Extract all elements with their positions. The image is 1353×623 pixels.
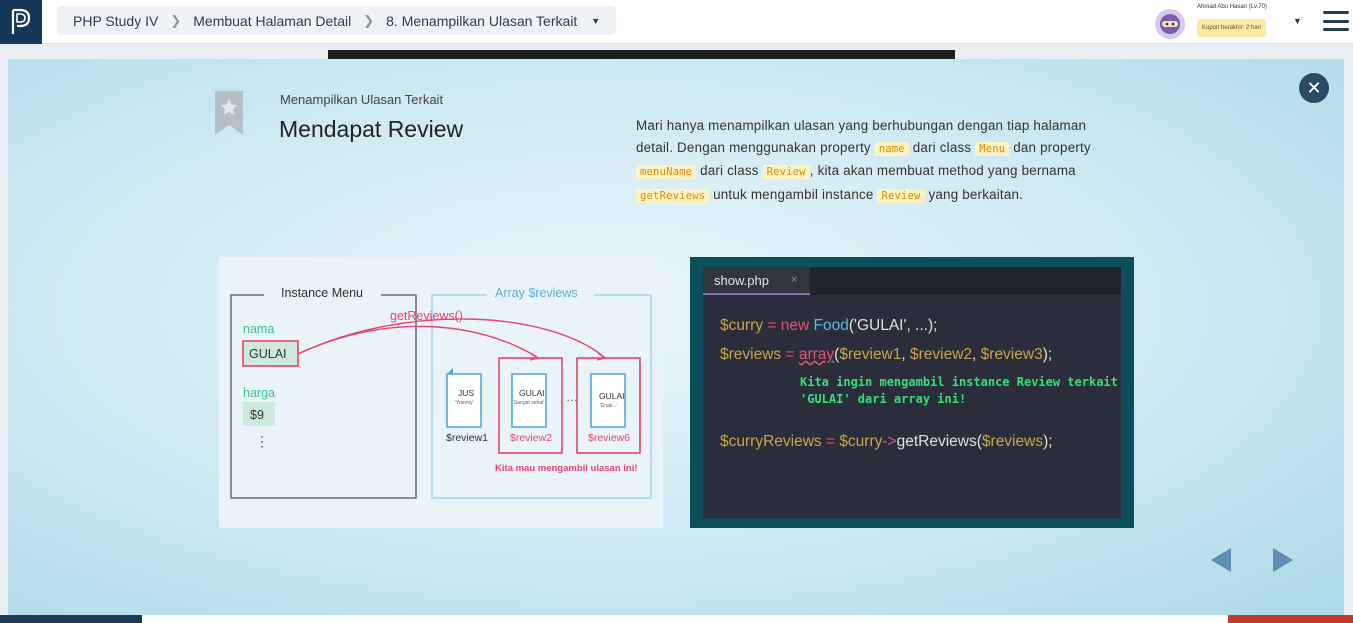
code-snippet: Menu <box>975 141 1010 156</box>
code-snippet: name <box>874 141 909 156</box>
coupon-badge: Kupon berakhir: 2 hari <box>1197 19 1267 37</box>
review6-label: $review6 <box>588 432 631 444</box>
desc-text: untuk mengambil instance <box>709 186 878 202</box>
doc-title: GULAI <box>519 388 545 398</box>
code-snippet: getReviews <box>636 188 710 203</box>
slide-subtitle: Menampilkan Ulasan Terkait <box>280 92 444 107</box>
code-note-line: Kita ingin mengambil instance Review ter… <box>800 375 1118 389</box>
caret-down-icon[interactable]: ▼ <box>1293 16 1302 26</box>
user-menu[interactable]: Ahmad Abu Hasan (Lv.70) Kupon berakhir: … <box>1155 4 1305 42</box>
doc-subtitle: 'Enak...' <box>600 403 618 409</box>
close-icon[interactable]: ✕ <box>1299 73 1329 103</box>
code-note-line: 'GULAI' dari array ini! <box>800 392 967 406</box>
app-logo[interactable] <box>0 0 42 44</box>
avatar[interactable] <box>1155 9 1185 39</box>
user-name: Ahmad Abu Hasan (Lv.70) <box>1197 4 1267 10</box>
caret-down-icon[interactable]: ▼ <box>591 16 600 26</box>
instance-diagram: Instance Menu Array $reviews getReviews(… <box>219 257 663 528</box>
breadcrumb-slide[interactable]: 8. Menampilkan Ulasan Terkait <box>386 13 577 29</box>
desc-text: dan property <box>1009 139 1091 155</box>
hamburger-menu-icon[interactable] <box>1323 9 1349 33</box>
slide-title: Mendapat Review <box>279 116 464 142</box>
code-editor: show.php × $curry = new Food('GULAI', ..… <box>703 267 1121 518</box>
code-snippet: menuName <box>636 165 697 179</box>
price-value: $9 <box>250 408 264 422</box>
code-line-3: $curryReviews = $curry->getReviews($revi… <box>720 433 1053 450</box>
desc-text: yang berkaitan. <box>924 186 1024 202</box>
slide-modal: ✕ Menampilkan Ulasan Terkait Mendapat Re… <box>8 59 1344 615</box>
chevron-right-icon: ❯ <box>170 12 182 28</box>
prev-slide-arrow-icon[interactable] <box>1209 547 1233 573</box>
editor-tab-bar: show.php × <box>703 267 1121 295</box>
instance-menu-label: Instance Menu <box>281 286 363 300</box>
review2-label: $review2 <box>510 432 553 444</box>
doc-title: GULAI <box>599 391 625 401</box>
chevron-right-icon: ❯ <box>363 12 375 28</box>
gulai-value: GULAI <box>249 347 287 361</box>
breadcrumb: PHP Study IV ❯ Membuat Halaman Detail ❯ … <box>57 6 617 35</box>
page-bottom-left <box>0 615 142 623</box>
breadcrumb-lesson[interactable]: Membuat Halaman Detail <box>193 13 351 29</box>
next-slide-arrow-icon[interactable] <box>1271 547 1295 573</box>
doc-title: JUS <box>458 388 475 398</box>
page-bottom-right-button[interactable] <box>1228 615 1353 623</box>
desc-text: dari class <box>696 163 763 178</box>
top-bar: PHP Study IV ❯ Membuat Halaman Detail ❯ … <box>0 0 1353 44</box>
doc-subtitle: 'Sangat sehat' <box>513 400 545 406</box>
nama-label: nama <box>243 322 275 336</box>
tab-show-php[interactable]: show.php × <box>703 267 810 295</box>
code-note: Kita ingin mengambil instance Review ter… <box>800 374 1118 408</box>
bookmark-star-icon[interactable] <box>213 91 245 135</box>
get-reviews-label: getReviews() <box>390 309 463 323</box>
code-line-2: $reviews = array($review1, $review2, $re… <box>720 346 1053 363</box>
breadcrumb-course[interactable]: PHP Study IV <box>73 13 158 29</box>
desc-text: , kita akan membuat method yang bernama <box>809 163 1076 178</box>
page-bottom-bar <box>0 615 1353 623</box>
array-reviews-label: Array $reviews <box>495 286 578 300</box>
desc-text: dari class <box>908 139 976 155</box>
review1-label: $review1 <box>446 432 489 444</box>
code-line-1: $curry = new Food('GULAI', ...); <box>720 317 938 334</box>
code-snippet: Review <box>877 188 925 203</box>
ellipsis: … <box>566 390 578 404</box>
slide-description: Mari hanya menampilkan ulasan yang berhu… <box>636 115 1116 207</box>
progate-logo-icon <box>11 8 31 34</box>
close-icon[interactable]: × <box>791 274 797 286</box>
tab-label: show.php <box>714 272 769 288</box>
code-screenshot: show.php × $curry = new Food('GULAI', ..… <box>690 257 1134 528</box>
ninja-avatar-icon <box>1160 14 1180 34</box>
diagram-note: Kita mau mengambil ulasan ini! <box>495 463 638 474</box>
vertical-ellipsis: ⋮ <box>255 433 269 449</box>
harga-label: harga <box>243 386 275 400</box>
doc-subtitle: 'Yummy' <box>455 400 474 406</box>
code-snippet: Review <box>762 165 810 179</box>
